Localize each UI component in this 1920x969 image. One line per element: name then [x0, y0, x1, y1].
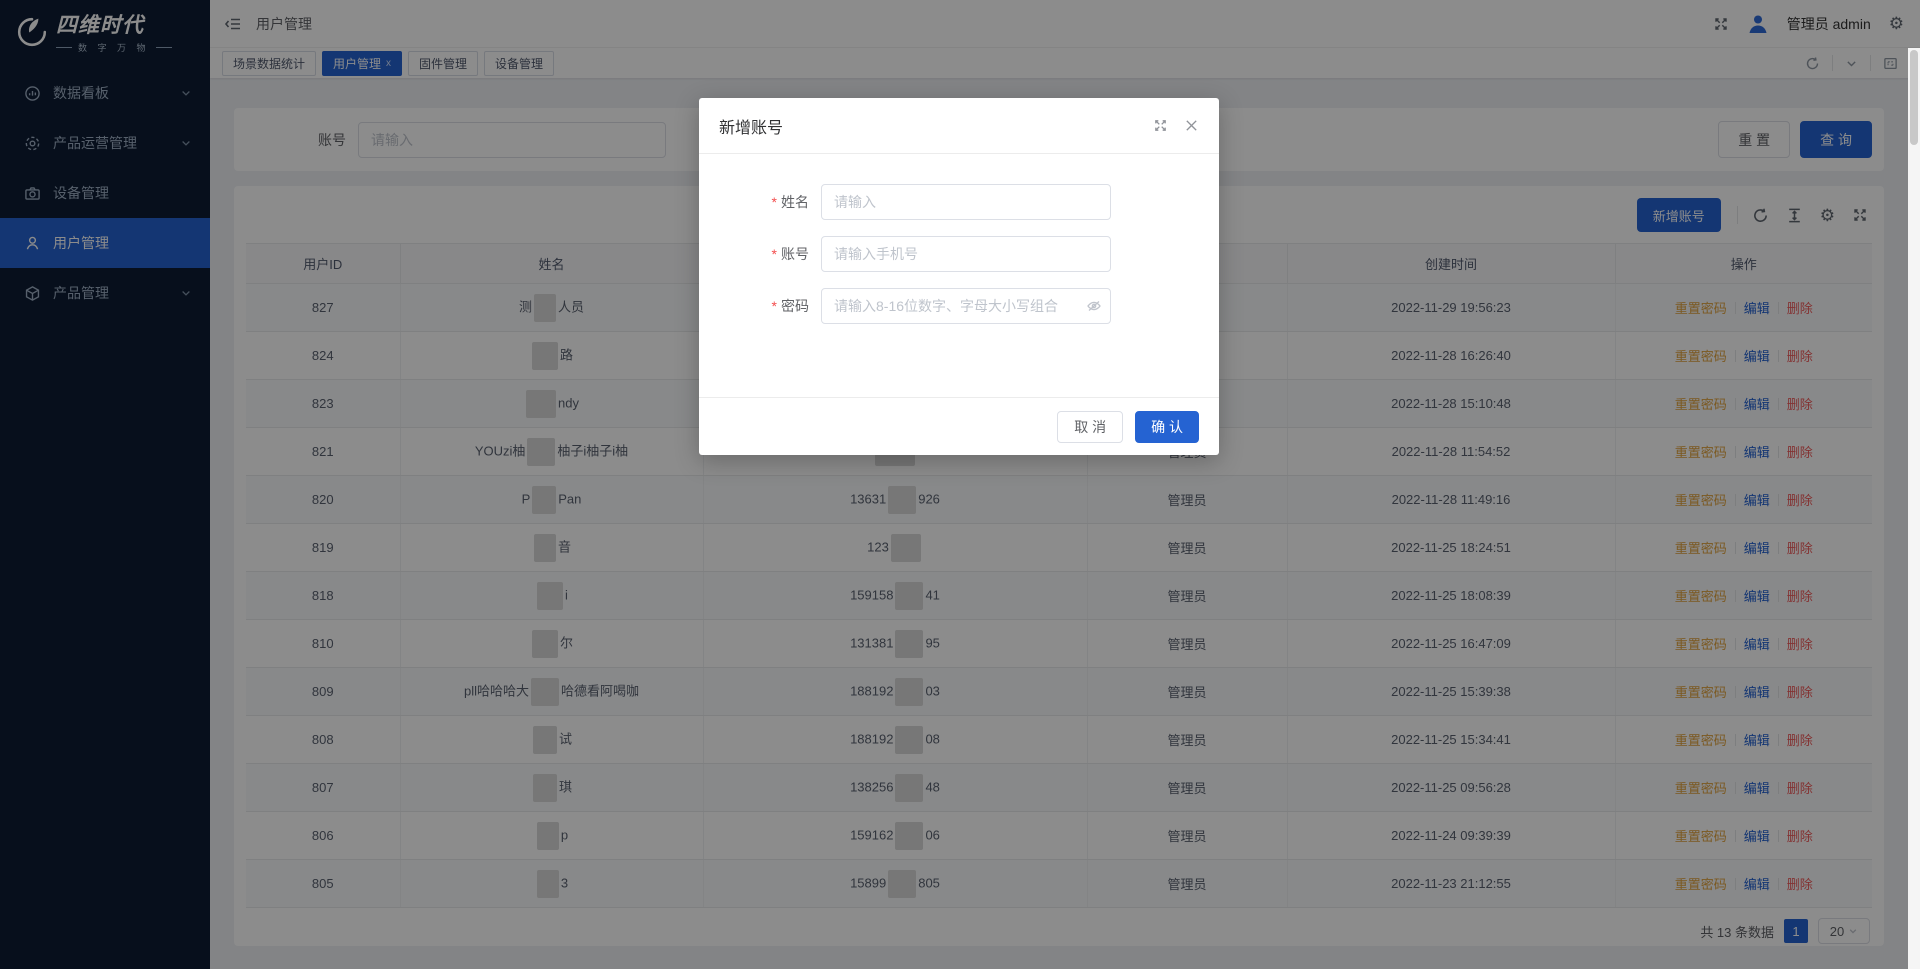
field-input-1[interactable]: [821, 236, 1111, 272]
field-label: 姓名: [781, 194, 809, 210]
field-label: 账号: [781, 246, 809, 262]
add-account-dialog: 新增账号 *姓名*账号*密码 取 消 确 认: [699, 98, 1219, 455]
dialog-maximize-icon[interactable]: [1153, 118, 1168, 133]
form-row-1: *账号: [699, 236, 1219, 272]
confirm-button[interactable]: 确 认: [1135, 411, 1199, 443]
required-asterisk: *: [772, 194, 777, 210]
form-row-2: *密码: [699, 288, 1219, 324]
scrollbar-thumb[interactable]: [1910, 50, 1918, 145]
page-scrollbar: [1908, 48, 1920, 969]
required-asterisk: *: [772, 298, 777, 314]
field-input-2[interactable]: [821, 288, 1111, 324]
eye-off-icon[interactable]: [1086, 298, 1102, 314]
dialog-title: 新增账号: [719, 114, 783, 138]
form-row-0: *姓名: [699, 184, 1219, 220]
dialog-close-icon[interactable]: [1184, 118, 1199, 133]
required-asterisk: *: [772, 246, 777, 262]
field-input-0[interactable]: [821, 184, 1111, 220]
field-label: 密码: [781, 298, 809, 314]
cancel-button[interactable]: 取 消: [1057, 411, 1123, 443]
